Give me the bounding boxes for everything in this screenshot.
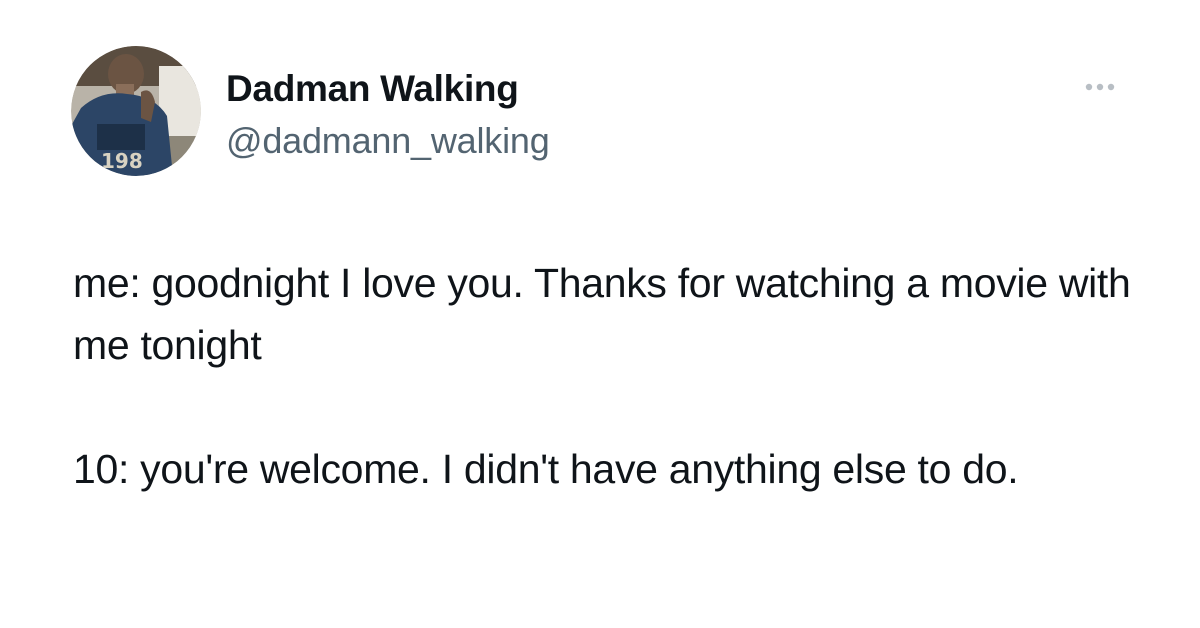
tweet-paragraph: me: goodnight I love you. Thanks for wat… — [73, 260, 1131, 368]
tweet-text: me: goodnight I love you. Thanks for wat… — [73, 252, 1153, 500]
tweet-card: 198 Dadman Walking @dadmann_walking me: … — [0, 0, 1200, 628]
author-display-name[interactable]: Dadman Walking — [226, 66, 519, 112]
more-options-button[interactable] — [1076, 70, 1124, 104]
author-handle[interactable]: @dadmann_walking — [226, 118, 550, 164]
user-avatar-photo-icon: 198 — [71, 46, 201, 176]
svg-text:198: 198 — [101, 149, 143, 173]
more-options-icon — [1085, 83, 1115, 91]
tweet-paragraph: 10: you're welcome. I didn't have anythi… — [73, 446, 1019, 492]
author-avatar[interactable]: 198 — [71, 46, 201, 176]
